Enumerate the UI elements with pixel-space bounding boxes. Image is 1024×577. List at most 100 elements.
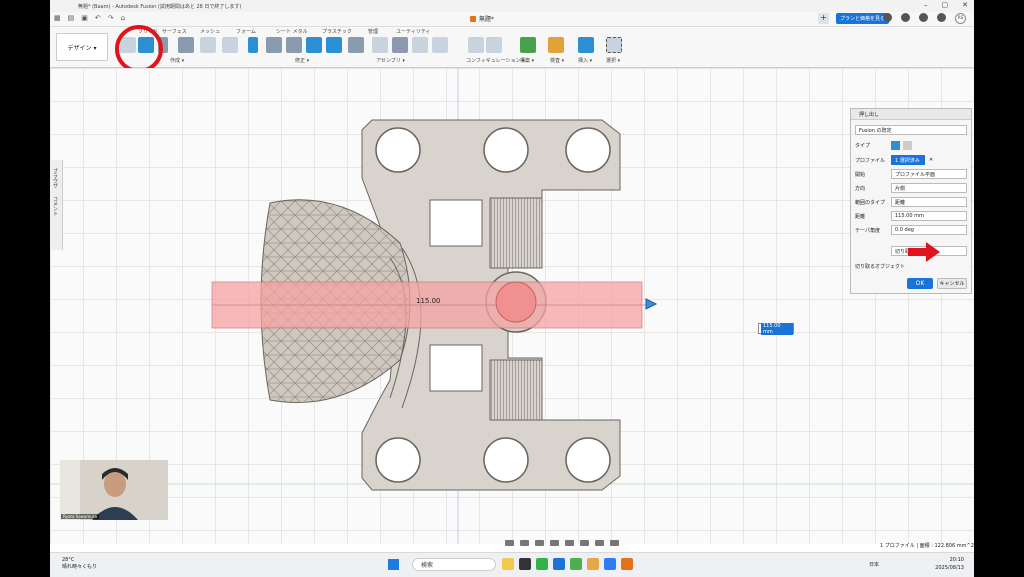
tab-plastic[interactable]: プラスチック: [322, 28, 352, 35]
inspect-menu[interactable]: 検査 ▾: [550, 57, 564, 64]
document-icon: [470, 15, 476, 22]
home-icon[interactable]: ⌂: [121, 14, 125, 22]
weather-widget[interactable]: 28°C 晴れ時々くもり: [62, 557, 97, 571]
construct-plane-icon[interactable]: [520, 37, 536, 53]
windows-start-icon[interactable]: [388, 559, 399, 570]
redo-icon[interactable]: ↷: [108, 14, 114, 22]
system-clock[interactable]: 20:10 2025/08/13: [935, 556, 964, 572]
taskbar-search-input[interactable]: 検索: [412, 558, 496, 571]
input-language[interactable]: 日本: [869, 561, 879, 568]
grid-menu-icon[interactable]: ▦: [54, 14, 61, 22]
configure-menu[interactable]: コンフィギュレーション ▾: [466, 57, 525, 64]
zoom-app-icon[interactable]: [604, 558, 616, 570]
as-built-joint-icon[interactable]: [432, 37, 448, 53]
move-icon[interactable]: [348, 37, 364, 53]
help-icon[interactable]: [937, 13, 946, 22]
create-menu[interactable]: 作成 ▾: [170, 57, 184, 64]
fusion-app-icon[interactable]: [621, 558, 633, 570]
title-bar: 無題* (Baam) - Autodesk Fusion (試用期間はあと 28…: [50, 0, 974, 12]
distance-field[interactable]: 115.00 mm: [891, 211, 967, 221]
document-tab[interactable]: 無題*: [470, 14, 494, 23]
maximize-icon[interactable]: ▢: [942, 1, 949, 9]
thin-type-icon[interactable]: [903, 141, 912, 150]
profile-selection[interactable]: 1 選択済み: [891, 155, 925, 165]
rigid-group-icon[interactable]: [412, 37, 428, 53]
display-settings-icon[interactable]: [580, 540, 589, 546]
solid-type-icon[interactable]: [891, 141, 900, 150]
taper-field[interactable]: 0.0 deg: [891, 225, 967, 235]
save-icon[interactable]: ▣: [81, 14, 88, 22]
file-icon[interactable]: ▤: [68, 14, 75, 22]
workspace-switcher[interactable]: デザイン ▾: [56, 33, 108, 61]
terminal-icon[interactable]: [519, 558, 531, 570]
window-controls: – ▢ ✕: [924, 1, 968, 9]
new-component-assemble-icon[interactable]: [372, 37, 388, 53]
avatar[interactable]: RS: [955, 13, 966, 24]
combine-icon[interactable]: [326, 37, 342, 53]
clear-selection-icon[interactable]: ✕: [929, 157, 933, 163]
start-select[interactable]: プロファイル平面: [891, 169, 967, 179]
modify-menu[interactable]: 修正 ▾: [295, 57, 309, 64]
tab-sheet-metal[interactable]: シート メタル: [276, 28, 308, 35]
grid-settings-icon[interactable]: [595, 540, 604, 546]
webcam-overlay: Ryota Sawamura: [60, 460, 168, 520]
mirror-icon[interactable]: [222, 37, 238, 53]
line-icon[interactable]: [536, 558, 548, 570]
notifications-icon[interactable]: [919, 13, 928, 22]
hole-top-right: [565, 127, 611, 173]
undo-icon[interactable]: ↶: [95, 14, 101, 22]
press-pull-icon[interactable]: [248, 37, 258, 53]
viewport[interactable]: ブラウザ コメント 115.00: [50, 68, 974, 544]
tab-surface[interactable]: サーフェス: [162, 28, 187, 35]
folder-icon[interactable]: [587, 558, 599, 570]
preset-select[interactable]: Fusion の既定: [855, 125, 967, 135]
ok-button[interactable]: OK: [907, 278, 933, 289]
new-tab-button[interactable]: +: [818, 13, 829, 24]
job-status-icon[interactable]: [901, 13, 910, 22]
tab-mesh[interactable]: メッシュ: [200, 28, 220, 35]
pattern-icon[interactable]: [200, 37, 216, 53]
extensions-icon[interactable]: [883, 13, 892, 22]
chamfer-icon[interactable]: [286, 37, 302, 53]
objects-to-cut-row[interactable]: 切り取るオブジェクト: [855, 263, 967, 270]
taskbar-apps: [502, 558, 633, 570]
direction-select[interactable]: 片側: [891, 183, 967, 193]
zoom-icon[interactable]: [550, 540, 559, 546]
fillet-icon[interactable]: [266, 37, 282, 53]
tab-utility[interactable]: ユーティリティ: [396, 28, 430, 35]
distance-manipulator-input[interactable]: 115.00 mm: [758, 322, 794, 335]
configure-table-icon[interactable]: [486, 37, 502, 53]
select-menu[interactable]: 選択 ▾: [606, 57, 620, 64]
edge-icon[interactable]: [553, 558, 565, 570]
hole-icon[interactable]: [178, 37, 194, 53]
pan-icon[interactable]: [535, 540, 544, 546]
joint-icon[interactable]: [392, 37, 408, 53]
profile-row: プロファイル 1 選択済み ✕: [855, 155, 967, 165]
hole-top-center: [483, 127, 529, 173]
extent-select[interactable]: 距離: [891, 197, 967, 207]
tab-manage[interactable]: 管理: [368, 28, 378, 35]
objects-to-cut-label: 切り取るオブジェクト: [855, 264, 906, 270]
cut-preview-hole: [495, 281, 537, 323]
fit-icon[interactable]: [565, 540, 574, 546]
construct-menu[interactable]: 構築 ▾: [520, 57, 534, 64]
model-view[interactable]: 115.00: [50, 68, 974, 544]
buy-plan-button[interactable]: プランと価格を見る: [836, 13, 890, 24]
insert-menu[interactable]: 挿入 ▾: [578, 57, 592, 64]
configure-icon[interactable]: [468, 37, 484, 53]
assemble-menu[interactable]: アセンブリ ▾: [376, 57, 405, 64]
taper-label: テーパ角度: [855, 227, 880, 234]
cancel-button[interactable]: キャンセル: [937, 278, 967, 289]
tab-form[interactable]: フォーム: [236, 28, 256, 35]
viewports-icon[interactable]: [610, 540, 619, 546]
chrome-icon[interactable]: [570, 558, 582, 570]
insert-image-icon[interactable]: [578, 37, 594, 53]
look-at-icon[interactable]: [520, 540, 529, 546]
select-icon[interactable]: [606, 37, 622, 53]
shell-icon[interactable]: [306, 37, 322, 53]
minimize-icon[interactable]: –: [924, 1, 928, 9]
file-explorer-icon[interactable]: [502, 558, 514, 570]
orbit-icon[interactable]: [505, 540, 514, 546]
measure-icon[interactable]: [548, 37, 564, 53]
close-icon[interactable]: ✕: [962, 1, 968, 9]
